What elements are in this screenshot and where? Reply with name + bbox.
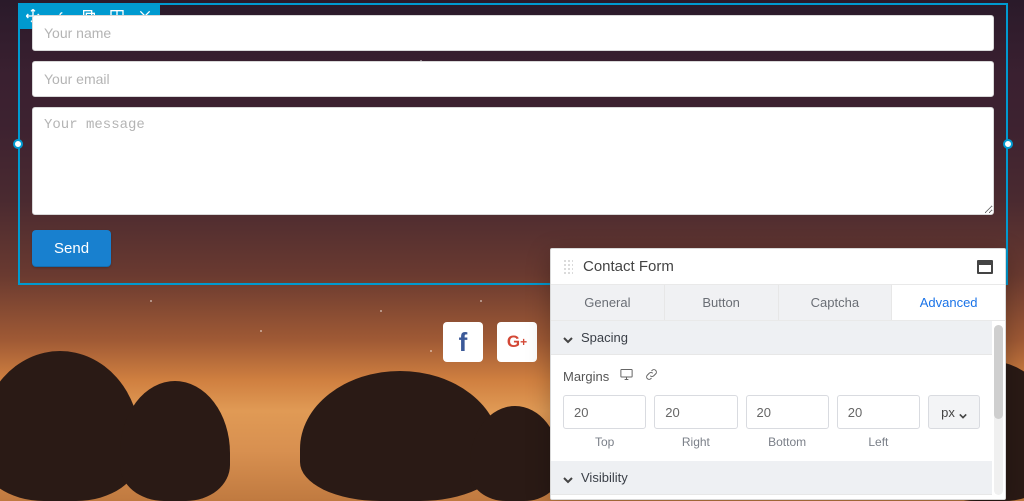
- margins-label: Margins: [563, 369, 609, 384]
- drag-handle-icon[interactable]: [563, 259, 573, 275]
- section-spacing-label: Spacing: [581, 330, 628, 345]
- label-bottom: Bottom: [746, 435, 829, 449]
- unit-select[interactable]: px: [928, 395, 980, 429]
- chevron-down-icon: [563, 333, 573, 343]
- margin-right-input[interactable]: [654, 395, 737, 429]
- tab-advanced[interactable]: Advanced: [892, 285, 1005, 320]
- section-visibility-header[interactable]: Visibility: [551, 461, 992, 495]
- section-spacing-body: Margins px: [551, 355, 992, 461]
- label-left: Left: [837, 435, 920, 449]
- tab-captcha[interactable]: Captcha: [779, 285, 893, 320]
- section-visibility-label: Visibility: [581, 470, 628, 485]
- message-textarea[interactable]: [32, 107, 994, 215]
- chevron-down-icon: [563, 473, 573, 483]
- tab-general[interactable]: General: [551, 285, 665, 320]
- tab-button[interactable]: Button: [665, 285, 779, 320]
- panel-scrollbar-thumb[interactable]: [994, 325, 1003, 419]
- section-spacing-header[interactable]: Spacing: [551, 321, 992, 355]
- link-icon[interactable]: [644, 367, 659, 385]
- selected-module-frame[interactable]: Send: [18, 3, 1008, 285]
- chevron-down-icon: [959, 408, 967, 416]
- facebook-icon[interactable]: f: [443, 322, 483, 362]
- margin-left-input[interactable]: [837, 395, 920, 429]
- panel-scrollbar[interactable]: [994, 325, 1003, 495]
- unit-value: px: [941, 405, 955, 420]
- margin-side-labels: Top Right Bottom Left: [563, 435, 980, 449]
- name-input[interactable]: [32, 15, 994, 51]
- resize-handle-left[interactable]: [13, 139, 23, 149]
- google-plus-icon[interactable]: G+: [497, 322, 537, 362]
- social-icons: f G+: [443, 322, 537, 362]
- resize-handle-right[interactable]: [1003, 139, 1013, 149]
- panel-title: Contact Form: [583, 258, 674, 275]
- send-button[interactable]: Send: [32, 230, 111, 267]
- label-top: Top: [563, 435, 646, 449]
- margins-inputs: px: [563, 395, 980, 429]
- panel-header[interactable]: Contact Form: [551, 249, 1005, 285]
- inspector-panel: Contact Form General Button Captcha Adva…: [550, 248, 1006, 500]
- margin-bottom-input[interactable]: [746, 395, 829, 429]
- gplus-sup: +: [520, 335, 527, 349]
- device-desktop-icon[interactable]: [619, 367, 634, 385]
- contact-form: Send: [32, 15, 994, 267]
- panel-tabs: General Button Captcha Advanced: [551, 285, 1005, 321]
- margin-top-input[interactable]: [563, 395, 646, 429]
- panel-scroll[interactable]: Spacing Margins: [551, 321, 992, 499]
- email-input[interactable]: [32, 61, 994, 97]
- window-icon[interactable]: [977, 260, 993, 274]
- label-right: Right: [654, 435, 737, 449]
- gplus-glyph: G: [507, 332, 520, 352]
